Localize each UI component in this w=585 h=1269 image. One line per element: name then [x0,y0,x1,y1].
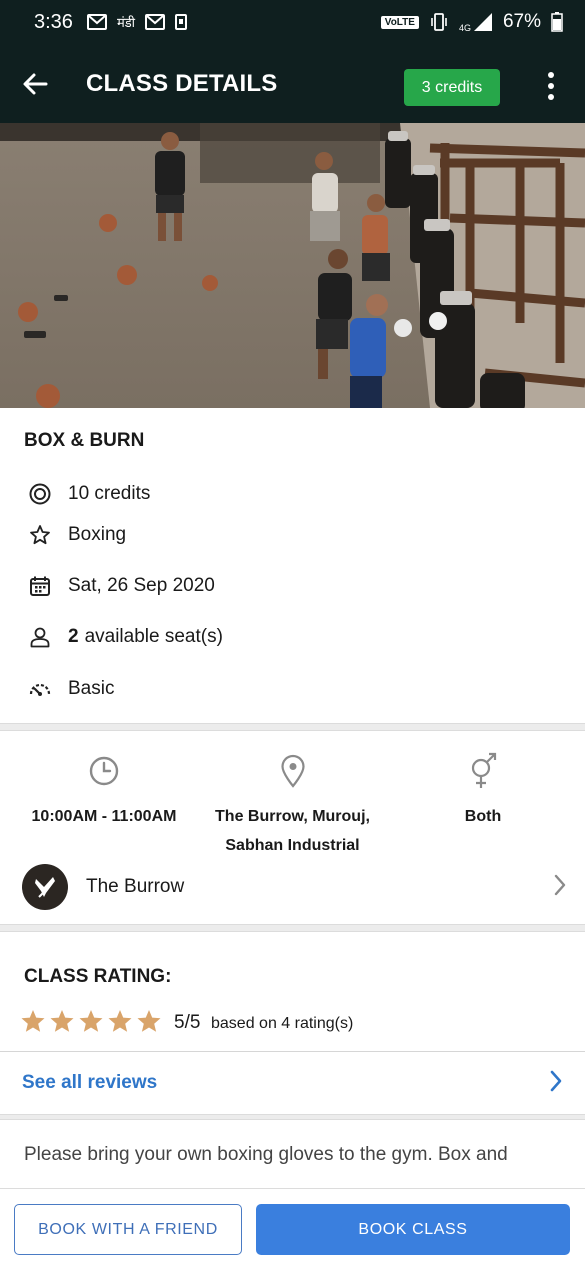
gauge-icon [24,675,56,703]
class-category: Boxing [68,524,127,545]
battery-icon [551,12,563,32]
star-filled-icon [21,1010,45,1032]
rating-title: CLASS RATING: [24,966,172,987]
class-location-line2: Sabhan Industrial [225,837,360,854]
mandi-app-icon: मंडी [116,16,136,31]
volte-badge: VoLTE [380,15,419,29]
venue-row[interactable]: The Burrow [22,862,567,912]
gender-icon [410,750,556,792]
venue-name: The Burrow [86,876,185,897]
class-time: 10:00AM - 11:00AM [31,808,177,825]
star-filled-icon [137,1010,161,1032]
back-button[interactable] [0,44,70,123]
person-icon [24,623,56,651]
class-gender-column: Both [410,750,556,831]
section-divider [0,924,585,932]
page-title: CLASS DETAILS [86,69,278,97]
class-credits-row: 10 credits [24,480,150,508]
class-name: BOX & BURN [24,430,145,451]
class-credits: 10 credits [68,483,151,504]
mail-icon [145,14,166,30]
status-bar: 3:36 मंडी VoLTE 4G 67% [0,0,585,44]
arrow-left-icon [23,73,48,94]
class-description: Please bring your own boxing gloves to t… [24,1140,564,1170]
rating-value: 5/5 [174,1012,201,1033]
star-outline-icon [24,521,56,549]
more-vertical-icon [548,72,554,78]
see-all-reviews-row[interactable]: See all reviews [0,1052,585,1114]
section-divider [0,723,585,731]
credits-badge[interactable]: 3 credits [404,69,500,106]
class-location-column[interactable]: The Burrow, Murouj, Sabhan Industrial [200,750,385,860]
system-icons: VoLTE 4G 67% [380,11,563,33]
star-filled-icon [108,1010,132,1032]
class-date: Sat, 26 Sep 2020 [68,575,215,596]
clock-icon [14,750,194,792]
rating-stars [20,1009,162,1034]
class-category-row: Boxing [24,521,126,549]
section-divider [0,1114,585,1120]
class-rating-section: CLASS RATING: 5/5 based on 4 rating(s) [0,933,585,1051]
book-with-friend-button[interactable]: BOOK WITH A FRIEND [14,1204,242,1255]
star-filled-icon [50,1010,74,1032]
available-seats-label: available seat(s) [84,626,223,647]
app-bar: CLASS DETAILS 3 credits [0,44,585,123]
class-details-card: BOX & BURN 10 credits Boxing Sat, 26 Sep… [0,408,585,724]
see-all-reviews-link[interactable]: See all reviews [22,1072,157,1094]
notification-icons: मंडी [86,13,188,31]
network-type: 4G [458,23,471,33]
credits-icon [24,480,56,508]
location-pin-icon [200,750,385,792]
class-description-text: Please bring your own boxing gloves to t… [24,1144,508,1165]
bottom-action-bar: BOOK WITH A FRIEND BOOK CLASS [0,1188,585,1269]
signal-icon [473,13,492,31]
book-class-button[interactable]: BOOK CLASS [256,1204,570,1255]
venue-logo [22,864,68,910]
status-time: 3:36 [34,10,73,33]
class-level: Basic [68,678,115,699]
calendar-icon [24,572,56,600]
class-level-row: Basic [24,675,114,703]
chevron-right-icon [553,873,567,902]
class-meta-section: 10:00AM - 11:00AM The Burrow, Murouj, Sa… [0,732,585,925]
chevron-right-icon [549,1069,563,1098]
class-date-row: Sat, 26 Sep 2020 [24,572,215,600]
star-filled-icon [79,1010,103,1032]
battery-percent: 67% [502,11,541,32]
class-gender: Both [464,808,502,825]
class-hero-image [0,123,585,408]
mail-icon [86,14,107,30]
more-menu-button[interactable] [536,66,566,106]
sim-icon [175,14,188,30]
class-seats-row: 2 available seat(s) [24,623,223,651]
class-location-line1: The Burrow, Murouj, [215,808,370,825]
available-seats-count: 2 [68,626,79,647]
class-time-column: 10:00AM - 11:00AM [14,750,194,831]
rating-basis: based on 4 rating(s) [211,1015,354,1032]
vibrate-icon [431,13,447,31]
